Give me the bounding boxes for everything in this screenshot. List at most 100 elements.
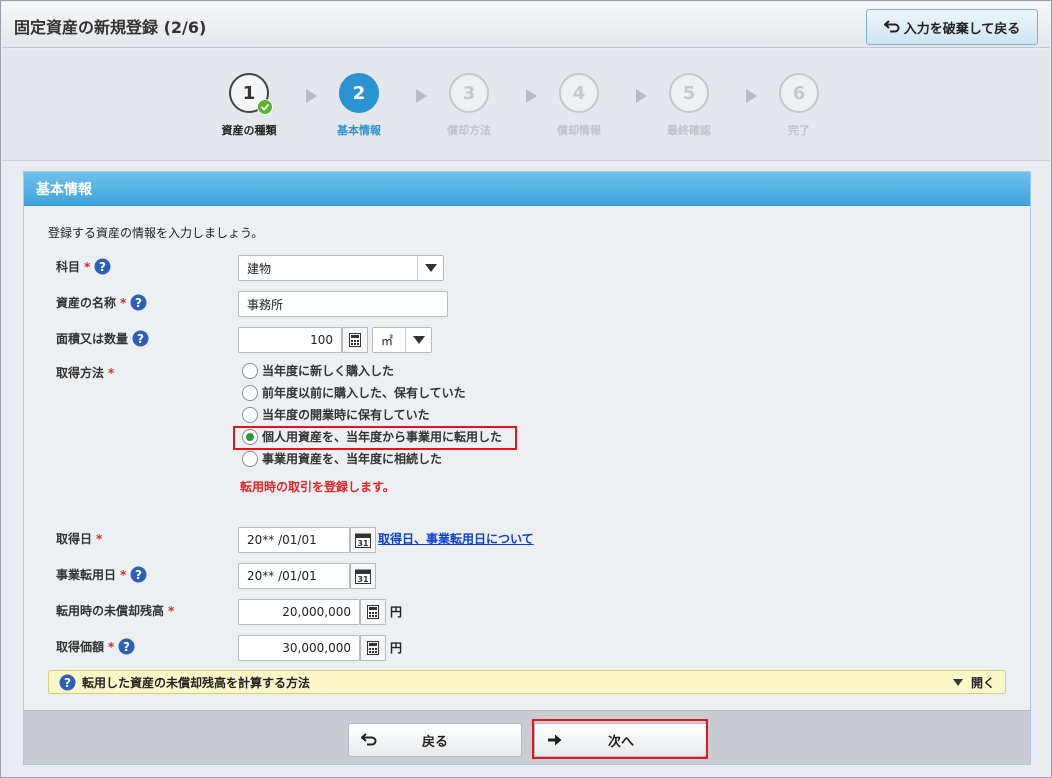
- radio-button[interactable]: [242, 384, 258, 401]
- acquisition-date-help-link[interactable]: 取得日、事業転用日について: [378, 530, 534, 547]
- step-3-circle: 3: [449, 73, 489, 113]
- svg-text:?: ?: [99, 260, 106, 274]
- area-value: 100: [310, 333, 333, 347]
- subject-select[interactable]: 建物: [238, 255, 444, 281]
- help-icon[interactable]: ?: [130, 566, 147, 583]
- radio-option-2[interactable]: 前年度以前に購入した、保有していた: [242, 384, 466, 401]
- step-1-circle: 1: [229, 73, 273, 115]
- currency-unit: 円: [390, 641, 403, 655]
- radio-option-label: 当年度の開業時に保有していた: [262, 408, 430, 422]
- step-2: 2 基本情報: [319, 73, 399, 138]
- radio-option-1[interactable]: 当年度に新しく購入した: [242, 362, 394, 379]
- step-6-number: 6: [792, 82, 806, 104]
- subject-selected-value: 建物: [247, 261, 272, 276]
- radio-button[interactable]: [242, 450, 258, 467]
- required-mark: *: [84, 259, 91, 274]
- acquisition-price-input[interactable]: 30,000,000: [238, 635, 360, 661]
- asset-name-label: 資産の名称: [56, 296, 117, 310]
- area-input[interactable]: 100: [238, 327, 342, 353]
- help-icon: ?: [59, 674, 76, 690]
- calculation-method-accordion[interactable]: ? 転用した資産の未償却残高を計算する方法 開く: [48, 670, 1006, 694]
- unit-select[interactable]: ㎡: [372, 327, 432, 353]
- undepreciated-balance-input[interactable]: 20,000,000: [238, 599, 360, 625]
- conversion-date-input[interactable]: 20** /01/01: [238, 563, 350, 589]
- check-icon: [257, 99, 273, 115]
- next-highlight-box: [532, 719, 708, 759]
- calculator-icon: [367, 641, 379, 655]
- acquisition-date-label: 取得日: [56, 532, 93, 546]
- step-2-label: 基本情報: [337, 124, 381, 137]
- subject-label: 科目: [56, 260, 81, 274]
- accordion-toggle-label: 開く: [970, 675, 995, 690]
- radio-option-label: 当年度に新しく購入した: [262, 364, 395, 378]
- step-arrow-icon: [306, 89, 317, 103]
- balance-label-row: 転用時の未償却残高 *: [56, 602, 174, 619]
- radio-button[interactable]: [242, 406, 258, 423]
- discard-button-label: 入力を破棄して戻る: [903, 21, 1021, 37]
- step-3: 3 償却方法: [429, 73, 509, 138]
- calculator-button[interactable]: [360, 599, 386, 625]
- required-mark: *: [108, 639, 115, 654]
- svg-text:?: ?: [137, 332, 144, 346]
- return-arrow-icon: [883, 20, 900, 33]
- step-3-number: 3: [462, 82, 476, 104]
- conversion-date-value: 20** /01/01: [247, 569, 317, 583]
- help-icon[interactable]: ?: [94, 258, 111, 275]
- step-5-number: 5: [682, 82, 696, 104]
- acquisition-method-label: 取得方法: [56, 366, 105, 380]
- required-mark: *: [120, 567, 127, 582]
- back-button[interactable]: 戻る: [348, 723, 522, 757]
- currency-unit: 円: [390, 605, 403, 619]
- step-arrow-icon: [636, 89, 647, 103]
- radio-button[interactable]: [242, 362, 258, 379]
- price-label-row: 取得価額 * ?: [56, 638, 135, 655]
- step-5-label: 最終確認: [667, 124, 711, 137]
- step-4-number: 4: [572, 82, 586, 104]
- step-2-number: 2: [352, 82, 366, 104]
- svg-text:?: ?: [135, 568, 142, 582]
- footer-bar: 戻る 次へ: [24, 710, 1030, 764]
- accordion-label: 転用した資産の未償却残高を計算する方法: [82, 675, 311, 690]
- step-arrow-icon: [526, 89, 537, 103]
- radio-option-3[interactable]: 当年度の開業時に保有していた: [242, 406, 430, 423]
- calendar-button[interactable]: 31: [350, 563, 376, 589]
- radio-option-label: 前年度以前に購入した、保有していた: [262, 386, 466, 400]
- undepreciated-balance-label: 転用時の未償却残高: [56, 604, 165, 618]
- calculator-icon: [367, 605, 379, 619]
- asset-name-input[interactable]: 事務所: [238, 291, 448, 317]
- subject-label-row: 科目 * ?: [56, 258, 111, 275]
- required-mark: *: [108, 365, 115, 380]
- step-2-circle: 2: [339, 73, 379, 113]
- acquisition-price-label: 取得価額: [56, 640, 105, 654]
- area-label: 面積又は数量: [56, 332, 129, 346]
- step-6: 6 完了: [759, 73, 839, 138]
- selection-highlight-box: [233, 426, 517, 450]
- radio-option-5[interactable]: 事業用資産を、当年度に相続した: [242, 450, 442, 467]
- calculator-button[interactable]: [360, 635, 386, 661]
- method-label-row: 取得方法 *: [56, 364, 114, 381]
- acq-date-label-row: 取得日 *: [56, 530, 102, 547]
- panel-title: 基本情報: [24, 172, 1030, 206]
- acquisition-price-value: 30,000,000: [282, 641, 351, 655]
- required-mark: *: [96, 531, 103, 546]
- calendar-button[interactable]: 31: [350, 527, 376, 553]
- step-1: 1 資産の種類: [209, 73, 289, 138]
- step-arrow-icon: [746, 89, 757, 103]
- conv-date-label-row: 事業転用日 * ?: [56, 566, 147, 583]
- asset-name-value: 事務所: [247, 297, 284, 312]
- help-icon[interactable]: ?: [118, 638, 135, 655]
- dropdown-arrow-icon: [405, 328, 431, 352]
- step-1-label: 資産の種類: [221, 124, 277, 137]
- discard-and-return-button[interactable]: 入力を破棄して戻る: [866, 9, 1038, 45]
- undepreciated-balance-value: 20,000,000: [282, 605, 351, 619]
- required-mark: *: [168, 603, 175, 618]
- help-icon[interactable]: ?: [130, 294, 147, 311]
- app-frame: 固定資産の新規登録 (2/6) 入力を破棄して戻る 1 資産の種類 2 基本情報…: [0, 0, 1052, 778]
- step-indicator: 1 資産の種類 2 基本情報 3 償却方法 4 償却情報 5 最終確認 6 完了: [2, 49, 1050, 161]
- dropdown-arrow-icon: [417, 256, 443, 280]
- calculator-button[interactable]: [342, 327, 368, 353]
- help-icon[interactable]: ?: [132, 330, 149, 347]
- step-3-label: 償却方法: [447, 124, 491, 137]
- acquisition-date-input[interactable]: 20** /01/01: [238, 527, 350, 553]
- accordion-toggle[interactable]: 開く: [952, 674, 995, 691]
